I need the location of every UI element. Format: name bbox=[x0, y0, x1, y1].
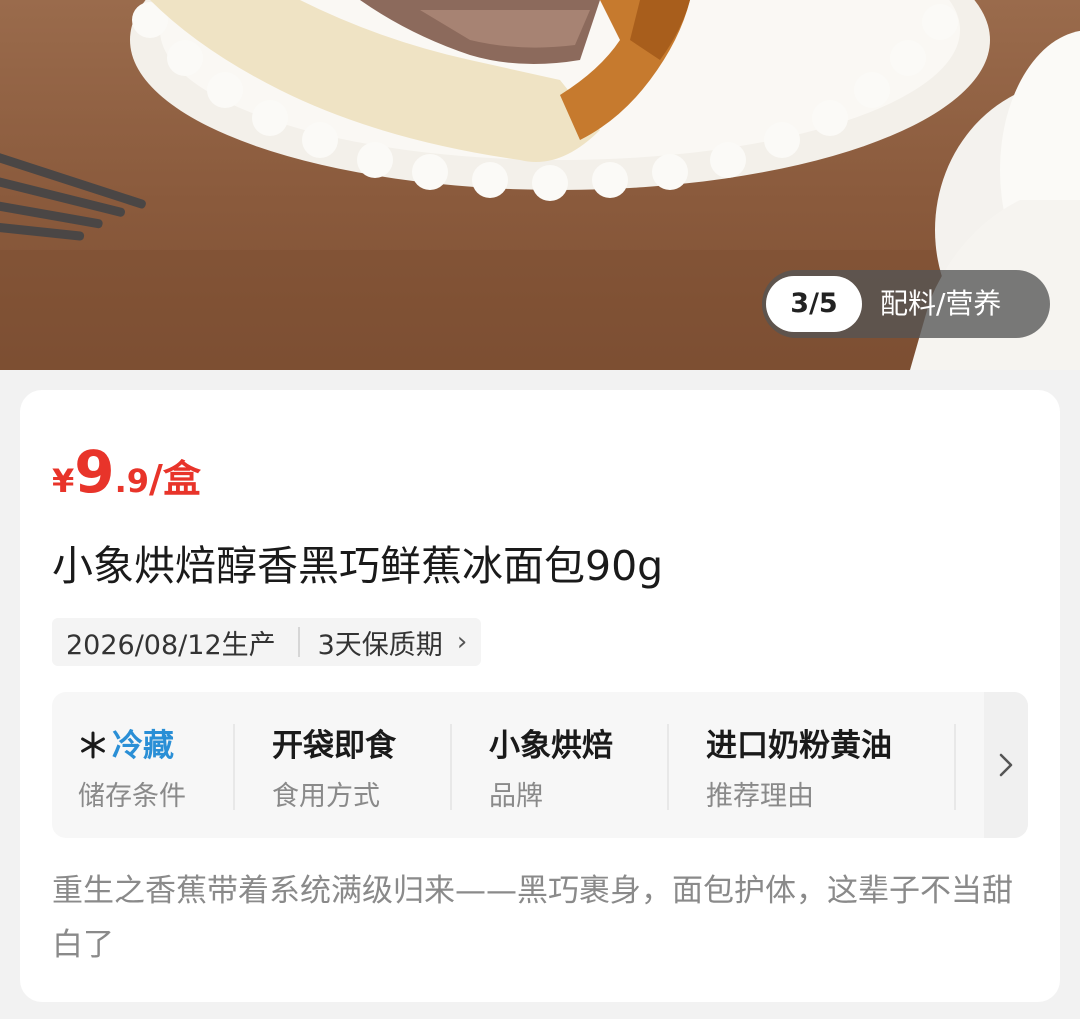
gallery-pager[interactable]: 3/5 配料/营养 bbox=[762, 270, 1050, 338]
price-integer: 9 bbox=[74, 438, 115, 506]
snowflake-icon bbox=[78, 728, 108, 764]
chevron-right-icon: › bbox=[456, 627, 468, 657]
product-description: 重生之香蕉带着系统满级归来——黑巧裹身，面包护体，这辈子不当甜白了 bbox=[52, 873, 1013, 963]
product-info-card: ¥9.9/盒 小象烘焙醇香黑巧鲜蕉冰面包90g 2026/08/12生产 3天保… bbox=[20, 390, 1060, 1002]
divider bbox=[297, 627, 300, 657]
product-attributes[interactable]: 冷藏 储存条件 开袋即食 食用方式 小象烘焙 品牌 进口奶粉黄油 推荐理由 bbox=[52, 692, 1028, 838]
price-decimal: .9 bbox=[114, 462, 150, 500]
attribute-value: 小象烘焙 bbox=[489, 728, 613, 764]
divider bbox=[450, 724, 452, 810]
image-counter: 3/5 bbox=[766, 276, 862, 332]
attribute-key: 食用方式 bbox=[272, 781, 380, 812]
attribute-value: 进口奶粉黄油 bbox=[706, 728, 892, 764]
price-unit: /盒 bbox=[149, 457, 201, 501]
attribute-key: 推荐理由 bbox=[706, 781, 814, 812]
price: ¥9.9/盒 bbox=[52, 438, 201, 506]
divider bbox=[954, 724, 956, 810]
attribute-key: 储存条件 bbox=[78, 781, 186, 812]
price-currency: ¥ bbox=[52, 462, 75, 500]
product-image-gallery[interactable]: 3/5 配料/营养 bbox=[0, 0, 1080, 370]
attributes-more-button[interactable] bbox=[984, 692, 1028, 838]
production-date: 2026/08/12生产 bbox=[66, 629, 276, 661]
chevron-right-icon bbox=[999, 753, 1013, 777]
divider bbox=[233, 724, 235, 810]
attribute-value: 开袋即食 bbox=[272, 728, 396, 764]
shelf-life: 3天保质期 bbox=[317, 629, 443, 661]
freshness-info[interactable]: 2026/08/12生产 3天保质期 › bbox=[52, 618, 482, 666]
attribute-value: 冷藏 bbox=[112, 728, 174, 764]
product-title: 小象烘焙醇香黑巧鲜蕉冰面包90g bbox=[52, 542, 664, 590]
attribute-key: 品牌 bbox=[489, 781, 543, 812]
divider bbox=[667, 724, 669, 810]
tab-ingredients-nutrition[interactable]: 配料/营养 bbox=[880, 270, 1001, 338]
